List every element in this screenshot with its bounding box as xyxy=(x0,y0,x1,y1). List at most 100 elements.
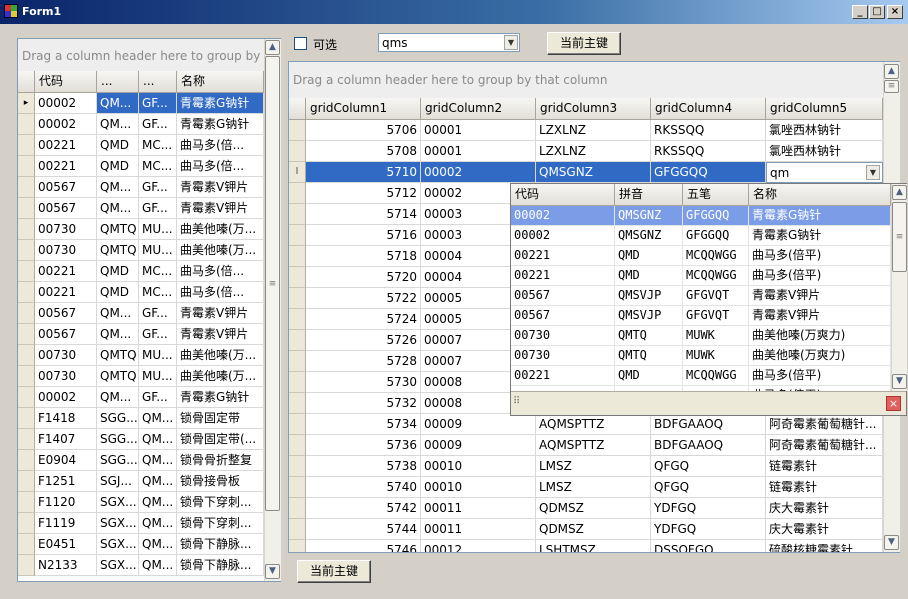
table-cell[interactable]: LZXLNZ xyxy=(536,141,651,162)
table-cell[interactable]: 00221 xyxy=(35,261,97,282)
table-cell[interactable]: 锁骨固定带 xyxy=(177,408,264,429)
table-cell[interactable]: F1407 xyxy=(35,429,97,450)
table-cell[interactable]: 00002 xyxy=(35,387,97,408)
table-cell[interactable]: AQMSPTTZ xyxy=(536,414,651,435)
table-cell[interactable]: LMSZ xyxy=(536,477,651,498)
column-header-1[interactable]: gridColumn2 xyxy=(421,98,536,120)
lookup-dropdown[interactable]: 代码 拼音 五笔 名称 00002 QMSGNZ GFGGQQ 青霉素G钠针 00002 QMSG… xyxy=(510,183,907,416)
row-indicator[interactable]: ▸ xyxy=(18,93,35,114)
row-indicator[interactable] xyxy=(289,477,306,498)
table-cell[interactable]: N2133 xyxy=(35,555,97,576)
table-cell[interactable]: QM... xyxy=(97,198,139,219)
column-header-0[interactable]: gridColumn1 xyxy=(306,98,421,120)
table-cell[interactable]: 00221 xyxy=(35,135,97,156)
table-cell[interactable]: QFGQ xyxy=(651,477,766,498)
row-indicator[interactable] xyxy=(18,492,35,513)
row-indicator[interactable] xyxy=(18,450,35,471)
table-cell[interactable]: GFGGQQ xyxy=(651,162,766,183)
dropdown-cell[interactable]: 00002 xyxy=(511,206,615,226)
table-cell[interactable]: 锁骨下静脉... xyxy=(177,555,264,576)
dropdown-cell[interactable]: 曲马多(倍平) xyxy=(749,366,891,386)
column-header-3[interactable]: gridColumn4 xyxy=(651,98,766,120)
table-cell[interactable]: 庆大霉素针 xyxy=(766,519,883,540)
table-cell[interactable]: QMTQ xyxy=(97,240,139,261)
table-cell[interactable]: QM... xyxy=(139,555,177,576)
row-indicator[interactable] xyxy=(289,267,306,288)
table-cell[interactable]: MC... xyxy=(139,135,177,156)
table-cell[interactable]: MU... xyxy=(139,240,177,261)
table-cell[interactable]: F1119 xyxy=(35,513,97,534)
table-cell[interactable]: 00010 xyxy=(421,456,536,477)
table-cell[interactable]: QM... xyxy=(97,324,139,345)
table-cell[interactable]: SGJ... xyxy=(97,471,139,492)
dropdown-column-header-0[interactable]: 代码 xyxy=(511,184,615,206)
dropdown-cell[interactable]: QMTQ xyxy=(615,346,683,366)
table-cell[interactable]: 00009 xyxy=(421,435,536,456)
table-cell[interactable]: SGG... xyxy=(97,450,139,471)
dropdown-cell[interactable]: MCQQWGG xyxy=(683,246,749,266)
dropdown-cell[interactable]: 曲马多(倍平) xyxy=(749,246,891,266)
dropdown-cell[interactable]: QMD xyxy=(615,366,683,386)
row-indicator[interactable] xyxy=(289,141,306,162)
table-cell[interactable]: LSHTMSZ xyxy=(536,540,651,552)
row-indicator[interactable]: I xyxy=(289,162,306,183)
optional-checkbox[interactable] xyxy=(294,37,307,50)
table-cell[interactable]: 锁骨下静脉... xyxy=(177,534,264,555)
table-cell[interactable]: MU... xyxy=(139,219,177,240)
chevron-down-icon[interactable]: ▼ xyxy=(504,35,518,50)
table-cell[interactable]: 00567 xyxy=(35,198,97,219)
dropdown-cell[interactable]: 00730 xyxy=(511,326,615,346)
table-cell[interactable]: 00010 xyxy=(421,477,536,498)
row-indicator[interactable] xyxy=(289,498,306,519)
scroll-up-icon[interactable]: ▲ xyxy=(892,185,907,200)
dropdown-cell[interactable]: MUWK xyxy=(683,346,749,366)
table-cell[interactable]: 曲马多(倍... xyxy=(177,156,264,177)
table-cell[interactable]: F1251 xyxy=(35,471,97,492)
table-cell[interactable]: 5726 xyxy=(306,330,421,351)
table-cell[interactable]: 00221 xyxy=(35,282,97,303)
table-cell[interactable]: E0904 xyxy=(35,450,97,471)
table-cell[interactable]: GF... xyxy=(139,198,177,219)
dropdown-cell[interactable]: GFGGQQ xyxy=(683,226,749,246)
dropdown-cell[interactable]: 00221 xyxy=(511,366,615,386)
close-dropdown-icon[interactable]: × xyxy=(886,396,901,411)
table-cell[interactable]: 硫酸核糖霉素针 xyxy=(766,540,883,552)
scroll-up-icon[interactable]: ▲ xyxy=(265,40,280,55)
table-cell[interactable]: 5722 xyxy=(306,288,421,309)
table-cell[interactable]: 曲美他嗪(万... xyxy=(177,366,264,387)
dropdown-cell[interactable]: GFGGQQ xyxy=(683,206,749,226)
table-cell[interactable]: QFGQ xyxy=(651,456,766,477)
row-indicator[interactable] xyxy=(289,351,306,372)
table-cell[interactable]: SGG... xyxy=(97,408,139,429)
table-cell[interactable]: 00567 xyxy=(35,324,97,345)
row-indicator[interactable] xyxy=(18,555,35,576)
row-indicator[interactable] xyxy=(289,309,306,330)
table-cell[interactable]: 5718 xyxy=(306,246,421,267)
row-indicator[interactable] xyxy=(289,393,306,414)
row-indicator[interactable] xyxy=(18,471,35,492)
lookup-dropdown-grid[interactable]: 代码 拼音 五笔 名称 00002 QMSGNZ GFGGQQ 青霉素G钠针 00002 QMSG… xyxy=(511,184,891,391)
dropdown-cell[interactable]: 曲马多(倍平) xyxy=(749,266,891,286)
dropdown-cell[interactable]: 青霉素G钠针 xyxy=(749,206,891,226)
table-cell[interactable]: QMD xyxy=(97,135,139,156)
row-indicator[interactable] xyxy=(18,303,35,324)
table-cell[interactable]: 5744 xyxy=(306,519,421,540)
table-cell[interactable]: 00002 xyxy=(35,93,97,114)
minimize-button[interactable]: _ xyxy=(852,5,868,19)
row-indicator[interactable] xyxy=(289,120,306,141)
row-indicator[interactable] xyxy=(18,156,35,177)
table-cell[interactable]: MC... xyxy=(139,282,177,303)
table-cell[interactable]: QDMSZ xyxy=(536,519,651,540)
dropdown-cell[interactable]: 青霉素G钠针 xyxy=(749,226,891,246)
table-cell[interactable]: 锁骨下穿刺... xyxy=(177,513,264,534)
table-cell[interactable]: 庆大霉素针 xyxy=(766,498,883,519)
resize-grip-icon[interactable]: ⠿ xyxy=(513,396,520,407)
table-cell[interactable]: SGX... xyxy=(97,513,139,534)
table-cell[interactable]: RKSSQQ xyxy=(651,141,766,162)
table-cell[interactable]: SGX... xyxy=(97,555,139,576)
table-cell[interactable]: 5740 xyxy=(306,477,421,498)
table-cell[interactable]: QM... xyxy=(97,177,139,198)
row-indicator[interactable] xyxy=(289,288,306,309)
table-cell[interactable]: QM... xyxy=(97,93,139,114)
chevron-down-icon[interactable]: ▼ xyxy=(866,165,880,180)
